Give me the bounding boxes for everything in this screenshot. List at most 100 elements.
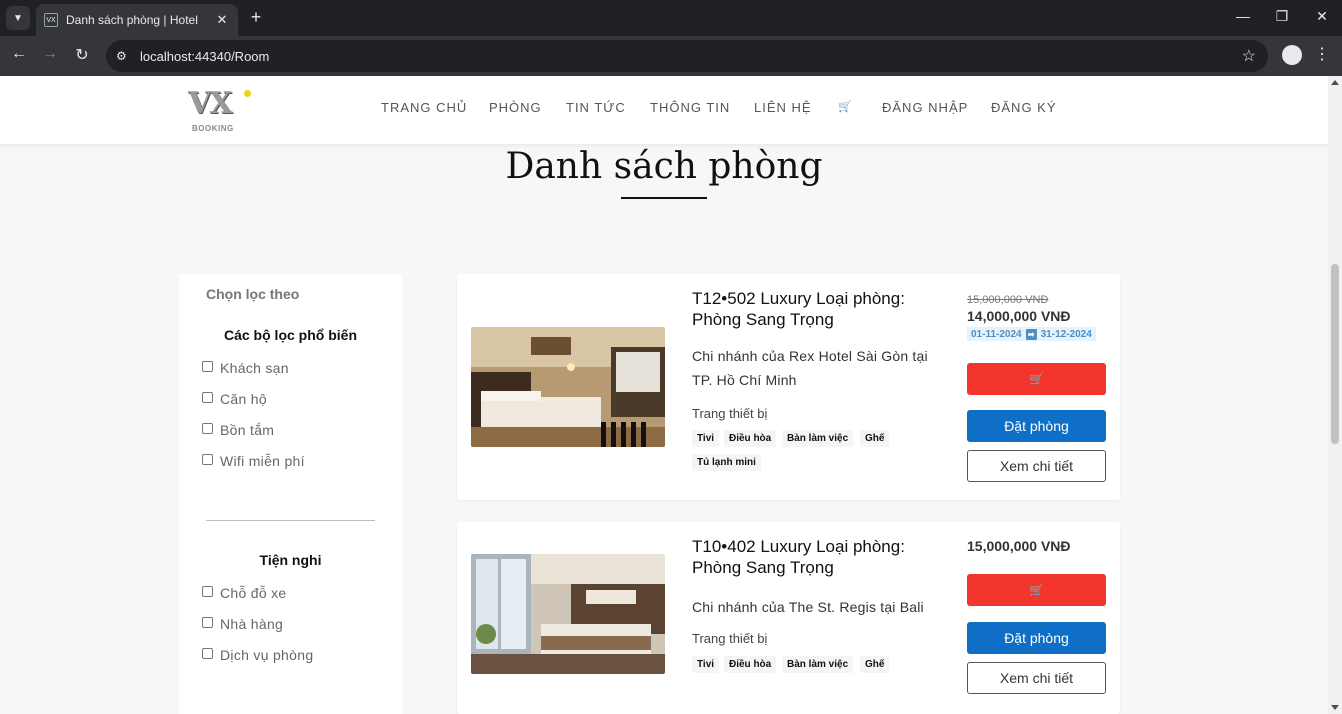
tab-title: Danh sách phòng | Hotel [66, 13, 198, 27]
checkbox[interactable] [202, 422, 213, 434]
room-price: 14,000,000 VNĐ [967, 308, 1071, 324]
equipment-tag: Điều hòa [724, 430, 777, 447]
room-branch: Chi nhánh của The St. Regis tại Bali [692, 599, 924, 615]
title-underline [621, 197, 707, 199]
filter-room-service[interactable]: Dịch vụ phòng [202, 647, 313, 663]
nav-home[interactable]: TRANG CHỦ [381, 100, 467, 115]
browser-tab[interactable]: VX Danh sách phòng | Hotel ✕ [36, 4, 238, 36]
add-to-cart-button[interactable]: 🛒 [967, 363, 1106, 395]
scrollbar-thumb[interactable] [1331, 264, 1339, 444]
equipment-label: Trang thiết bị [692, 631, 768, 646]
browser-menu-icon[interactable]: ⋮ [1314, 44, 1330, 64]
date-to: 31-12-2024 [1040, 328, 1092, 340]
profile-avatar-icon[interactable] [1282, 45, 1302, 65]
bookmark-star-icon[interactable]: ☆ [1242, 46, 1256, 66]
nav-rooms[interactable]: PHÒNG [489, 100, 542, 115]
nav-news[interactable]: TIN TỨC [566, 100, 626, 115]
room-photo-image [471, 554, 665, 674]
nav-register[interactable]: ĐĂNG KÝ [991, 100, 1057, 115]
room-photo[interactable] [471, 327, 665, 447]
checkbox[interactable] [202, 360, 213, 372]
filter-parking[interactable]: Chỗ đỗ xe [202, 585, 287, 601]
filter-sidebar: Chọn lọc theo Các bộ lọc phổ biến Khách … [179, 274, 402, 714]
checkbox[interactable] [202, 391, 213, 403]
amenities-title: Tiện nghi [259, 552, 322, 568]
room-name[interactable]: T12•502 Luxury Loại phòng: Phòng Sang Tr… [692, 288, 952, 330]
restore-icon[interactable]: ❐ [1272, 8, 1292, 25]
back-arrow-icon[interactable]: ← [8, 45, 30, 63]
arrow-right-icon: ➡ [1025, 328, 1037, 340]
room-photo[interactable] [471, 554, 665, 674]
checkbox[interactable] [202, 647, 213, 659]
checkbox[interactable] [202, 585, 213, 597]
site-info-icon[interactable]: ⚙ [116, 49, 130, 63]
filter-label: Bồn tắm [220, 422, 275, 438]
nav-info[interactable]: THÔNG TIN [650, 100, 730, 115]
filter-label: Căn hộ [220, 391, 267, 407]
checkbox[interactable] [202, 453, 213, 465]
filter-label: Nhà hàng [220, 616, 284, 632]
cart-icon: 🛒 [1029, 583, 1044, 597]
room-photo-image [471, 327, 665, 447]
equipment-tag: Ghế [860, 656, 890, 673]
filter-divider [206, 520, 375, 521]
room-card: T10•402 Luxury Loại phòng: Phòng Sang Tr… [457, 522, 1120, 714]
book-room-button[interactable]: Đặt phòng [967, 622, 1106, 654]
filter-hotel[interactable]: Khách sạn [202, 360, 289, 376]
filter-apartment[interactable]: Căn hộ [202, 391, 267, 407]
filter-label: Dịch vụ phòng [220, 647, 314, 663]
filter-free-wifi[interactable]: Wifi miễn phí [202, 453, 305, 469]
book-room-button[interactable]: Đặt phòng [967, 410, 1106, 442]
tab-close-icon[interactable]: ✕ [214, 12, 230, 28]
site-header: VX BOOKING TRANG CHỦ PHÒNG TIN TỨC THÔNG… [0, 76, 1328, 144]
nav-cart-icon[interactable]: 🛒 [838, 100, 853, 113]
filter-restaurant[interactable]: Nhà hàng [202, 616, 283, 632]
filter-bathtub[interactable]: Bồn tắm [202, 422, 274, 438]
url-text: localhost:44340/Room [140, 48, 270, 64]
browser-tab-bar: ▼ VX Danh sách phòng | Hotel ✕ + — ❐ ✕ [0, 0, 1342, 36]
equipment-tag: Ghế [860, 430, 890, 447]
minimize-icon[interactable]: — [1233, 8, 1253, 24]
logo-dot [244, 90, 251, 97]
cart-icon: 🛒 [1029, 372, 1044, 386]
date-from: 01-11-2024 [971, 328, 1022, 340]
room-price: 15,000,000 VNĐ [967, 538, 1071, 554]
equipment-tag: Tivi [692, 656, 720, 673]
new-tab-plus-icon[interactable]: + [246, 7, 266, 28]
promo-date-range: 01-11-2024 ➡ 31-12-2024 [967, 327, 1096, 341]
room-name[interactable]: T10•402 Luxury Loại phòng: Phòng Sang Tr… [692, 536, 952, 578]
equipment-tag: Điều hòa [724, 656, 777, 673]
filter-label: Chỗ đỗ xe [220, 585, 287, 601]
view-details-button[interactable]: Xem chi tiết [967, 662, 1106, 694]
main-nav: TRANG CHỦ PHÒNG TIN TỨC THÔNG TIN LIÊN H… [0, 100, 1328, 120]
equipment-tag: Tủ lạnh mini [692, 454, 761, 471]
add-to-cart-button[interactable]: 🛒 [967, 574, 1106, 606]
nav-login[interactable]: ĐĂNG NHẬP [882, 100, 968, 115]
equipment-tag: Tivi [692, 430, 720, 447]
reload-icon[interactable]: ↻ [71, 45, 93, 65]
room-branch: Chi nhánh của Rex Hotel Sài Gòn tại TP. … [692, 348, 928, 388]
tab-search-chevron-icon[interactable]: ▼ [6, 6, 30, 30]
page-viewport: VX BOOKING TRANG CHỦ PHÒNG TIN TỨC THÔNG… [0, 76, 1342, 714]
nav-contact[interactable]: LIÊN HỆ [754, 100, 812, 115]
filter-label: Khách sạn [220, 360, 289, 376]
old-price: 15,000,000 VNĐ [967, 294, 1049, 306]
logo-subtext: BOOKING [192, 124, 234, 133]
address-bar[interactable]: ⚙ localhost:44340/Room ☆ [106, 40, 1268, 72]
popular-filters-title: Các bộ lọc phổ biến [223, 327, 357, 343]
checkbox[interactable] [202, 616, 213, 628]
browser-toolbar: ← → ↻ ⚙ localhost:44340/Room ☆ ⋮ [0, 36, 1342, 76]
view-details-button[interactable]: Xem chi tiết [967, 450, 1106, 482]
equipment-label: Trang thiết bị [692, 406, 768, 421]
filter-heading: Chọn lọc theo [206, 286, 300, 302]
equipment-tag: Bàn làm việc [782, 656, 854, 673]
scroll-down-arrow-icon[interactable] [1331, 705, 1339, 710]
filter-label: Wifi miễn phí [220, 453, 305, 469]
page-title: Danh sách phòng [505, 146, 823, 187]
page-scrollbar[interactable] [1328, 76, 1342, 714]
window-close-icon[interactable]: ✕ [1312, 8, 1332, 25]
scroll-up-arrow-icon[interactable] [1331, 80, 1339, 85]
forward-arrow-icon[interactable]: → [39, 45, 61, 63]
favicon-icon: VX [44, 13, 58, 27]
equipment-tag: Bàn làm việc [782, 430, 854, 447]
